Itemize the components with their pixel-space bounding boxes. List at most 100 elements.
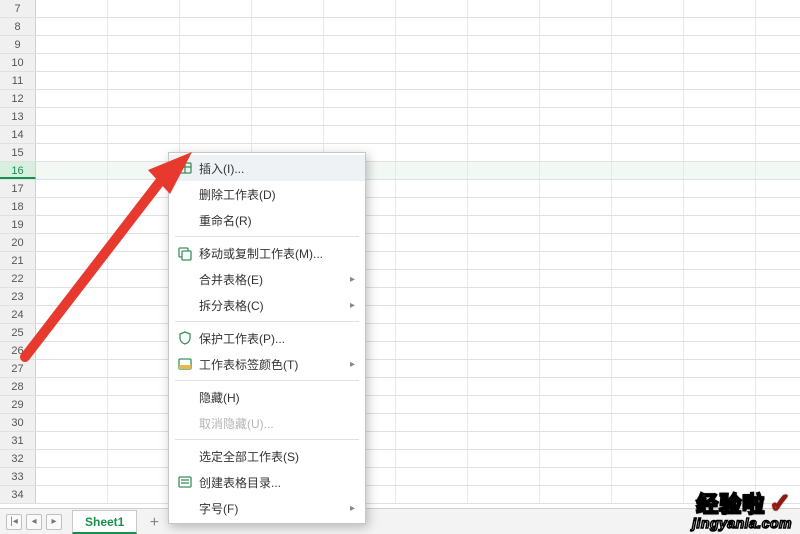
cell[interactable] [756, 270, 800, 287]
cell[interactable] [108, 72, 180, 89]
cell[interactable] [540, 234, 612, 251]
cell[interactable] [612, 72, 684, 89]
cell[interactable] [756, 72, 800, 89]
cell[interactable] [36, 288, 108, 305]
row-header[interactable]: 29 [0, 396, 36, 413]
cell[interactable] [468, 108, 540, 125]
cell[interactable] [756, 396, 800, 413]
sheet-tab-active[interactable]: Sheet1 [72, 510, 137, 534]
cell[interactable] [36, 198, 108, 215]
cell[interactable] [396, 72, 468, 89]
menu-item[interactable]: 移动或复制工作表(M)... [169, 240, 365, 266]
cell[interactable] [612, 396, 684, 413]
cell[interactable] [396, 468, 468, 485]
cell[interactable] [612, 90, 684, 107]
cell[interactable] [396, 270, 468, 287]
cell[interactable] [684, 306, 756, 323]
cell[interactable] [540, 486, 612, 503]
cell[interactable] [36, 324, 108, 341]
cell[interactable] [108, 108, 180, 125]
spreadsheet-grid[interactable]: 7891011121314151617181920212223242526272… [0, 0, 800, 508]
menu-item[interactable]: 隐藏(H) [169, 384, 365, 410]
cell[interactable] [756, 378, 800, 395]
cell[interactable] [468, 180, 540, 197]
cell[interactable] [36, 432, 108, 449]
cell[interactable] [36, 126, 108, 143]
cell[interactable] [36, 72, 108, 89]
cell[interactable] [36, 90, 108, 107]
cell[interactable] [396, 180, 468, 197]
cell[interactable] [468, 234, 540, 251]
cell[interactable] [612, 54, 684, 71]
cell[interactable] [180, 36, 252, 53]
sheet-nav-next[interactable]: ▸ [46, 514, 62, 530]
cell[interactable] [684, 162, 756, 179]
cell[interactable] [180, 90, 252, 107]
cell[interactable] [756, 468, 800, 485]
cell[interactable] [612, 432, 684, 449]
cell[interactable] [396, 306, 468, 323]
cell[interactable] [612, 342, 684, 359]
cell[interactable] [396, 54, 468, 71]
cell[interactable] [540, 342, 612, 359]
cell[interactable] [36, 180, 108, 197]
row-header[interactable]: 27 [0, 360, 36, 377]
cell[interactable] [108, 0, 180, 17]
cell[interactable] [468, 252, 540, 269]
cell[interactable] [540, 432, 612, 449]
cell[interactable] [468, 486, 540, 503]
row-header[interactable]: 25 [0, 324, 36, 341]
menu-item[interactable]: 重命名(R) [169, 207, 365, 233]
cell[interactable] [612, 450, 684, 467]
row-header[interactable]: 24 [0, 306, 36, 323]
row-header[interactable]: 19 [0, 216, 36, 233]
cell[interactable] [468, 126, 540, 143]
row-header[interactable]: 26 [0, 342, 36, 359]
cell[interactable] [396, 198, 468, 215]
cell[interactable] [540, 198, 612, 215]
cell[interactable] [252, 54, 324, 71]
menu-item[interactable]: 合并表格(E)▸ [169, 266, 365, 292]
row-header[interactable]: 8 [0, 18, 36, 35]
cell[interactable] [108, 18, 180, 35]
cell[interactable] [324, 36, 396, 53]
row-header[interactable]: 15 [0, 144, 36, 161]
cell[interactable] [756, 0, 800, 17]
row-header[interactable]: 34 [0, 486, 36, 503]
cell[interactable] [540, 72, 612, 89]
cell[interactable] [612, 216, 684, 233]
cell[interactable] [468, 270, 540, 287]
cell[interactable] [468, 216, 540, 233]
cell[interactable] [684, 414, 756, 431]
cell[interactable] [252, 36, 324, 53]
cell[interactable] [612, 162, 684, 179]
cell[interactable] [468, 396, 540, 413]
cell[interactable] [684, 252, 756, 269]
cell[interactable] [36, 144, 108, 161]
cell[interactable] [684, 0, 756, 17]
cell[interactable] [612, 306, 684, 323]
cell[interactable] [540, 144, 612, 161]
cell[interactable] [540, 324, 612, 341]
cell[interactable] [396, 234, 468, 251]
cell[interactable] [684, 360, 756, 377]
cell[interactable] [36, 396, 108, 413]
cell[interactable] [36, 468, 108, 485]
cell[interactable] [468, 18, 540, 35]
cell[interactable] [396, 396, 468, 413]
cell[interactable] [756, 108, 800, 125]
cell[interactable] [468, 306, 540, 323]
cell[interactable] [396, 144, 468, 161]
cell[interactable] [540, 378, 612, 395]
cell[interactable] [36, 252, 108, 269]
cell[interactable] [324, 54, 396, 71]
cell[interactable] [684, 234, 756, 251]
cell[interactable] [612, 252, 684, 269]
cell[interactable] [108, 90, 180, 107]
cell[interactable] [756, 486, 800, 503]
cell[interactable] [756, 234, 800, 251]
cell[interactable] [396, 18, 468, 35]
cell[interactable] [540, 162, 612, 179]
cell[interactable] [756, 90, 800, 107]
cell[interactable] [36, 486, 108, 503]
